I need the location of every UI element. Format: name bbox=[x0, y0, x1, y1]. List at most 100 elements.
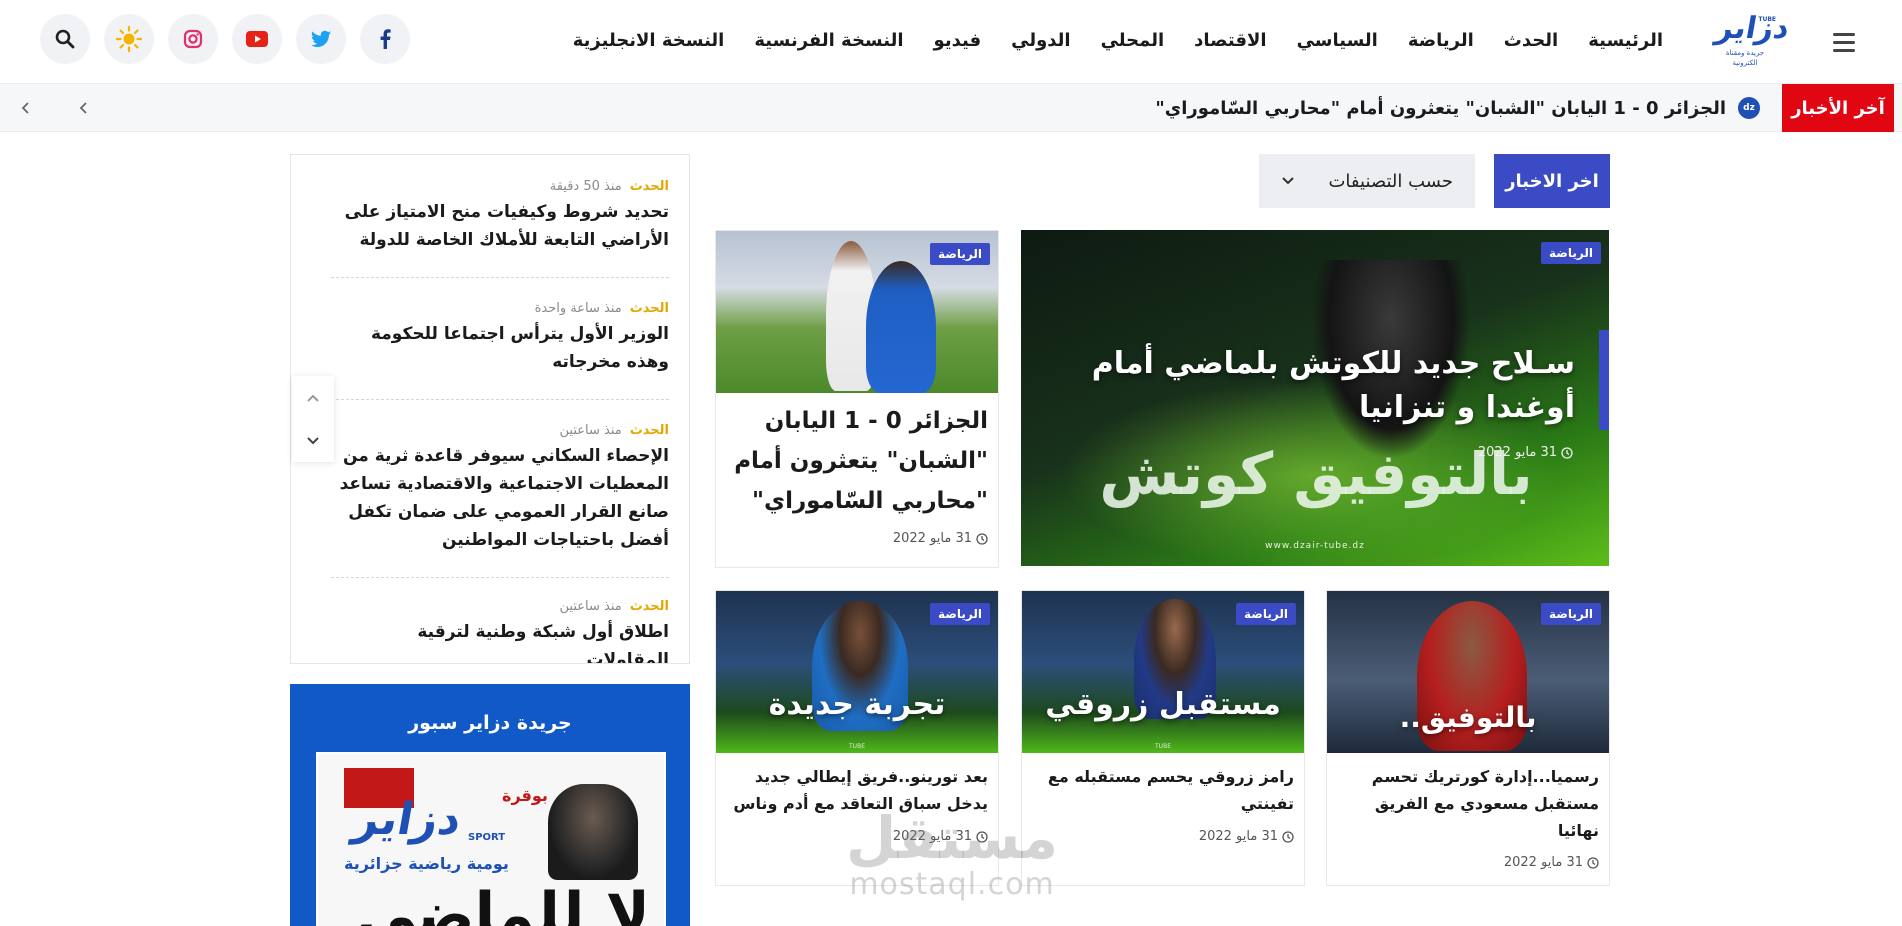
divider bbox=[331, 277, 669, 278]
newspaper-cover[interactable]: بوقرة دزاير SPORT يومية رياضية جزائرية ل… bbox=[316, 752, 666, 926]
watermark-arabic: مستقل bbox=[845, 804, 1059, 872]
news-category[interactable]: الحدث bbox=[630, 179, 669, 194]
article-image-credits: TUBE bbox=[1155, 743, 1171, 750]
facebook-button[interactable] bbox=[360, 14, 410, 64]
sidebar-news-list: الحدث منذ 50 دقيقة تحديد شروط وكيفيات من… bbox=[290, 154, 690, 664]
category-tag[interactable]: الرياضة bbox=[930, 603, 990, 625]
article-title: رسميا...إدارة كورتريك تحسم مستقبل مسعودي… bbox=[1371, 767, 1599, 840]
article-date: 31 مايو 2022 bbox=[1199, 829, 1294, 844]
nav-item-international[interactable]: الدولي bbox=[996, 30, 1085, 51]
scroll-down-button[interactable] bbox=[298, 426, 328, 456]
clock-icon bbox=[1561, 446, 1573, 459]
newspaper-widget-title: جريدة دزاير سبور bbox=[408, 712, 572, 734]
article-card[interactable]: الرياضة الجزائر 0 - 1 اليابان "الشبان" ي… bbox=[715, 230, 999, 568]
news-time: منذ ساعتين bbox=[559, 423, 622, 438]
nav-item-politics[interactable]: السياسي bbox=[1282, 30, 1393, 51]
sidebar-news-item[interactable]: الحدث منذ 50 دقيقة تحديد شروط وكيفيات من… bbox=[331, 179, 669, 254]
news-title: تحديد شروط وكيفيات منح الامتياز على الأر… bbox=[344, 202, 669, 250]
news-category[interactable]: الحدث bbox=[630, 301, 669, 316]
categories-dropdown[interactable]: حسب التصنيفات bbox=[1259, 154, 1475, 208]
nav-item-video[interactable]: فيديو bbox=[919, 30, 997, 51]
nav-item-sports[interactable]: الرياضة bbox=[1393, 30, 1489, 51]
news-meta: الحدث منذ ساعتين bbox=[331, 423, 669, 438]
header-icon-group bbox=[40, 14, 410, 64]
article-image-caption: تجربة جديدة bbox=[768, 687, 946, 722]
news-meta: الحدث منذ ساعة واحدة bbox=[331, 301, 669, 316]
site-logo[interactable]: TUBE دزاير جريدة ومقناة الكترونية bbox=[1713, 10, 1792, 70]
divider bbox=[331, 399, 669, 400]
newspaper-widget: جريدة دزاير سبور بوقرة دزاير SPORT يومية… bbox=[290, 684, 690, 926]
breaking-news-ticker: آخر الأخبار dz الجزائر 0 - 1 اليابان "ال… bbox=[0, 84, 1902, 132]
hamburger-menu-icon[interactable] bbox=[1826, 24, 1862, 60]
logo-subtitle: جريدة ومقناة الكترونية bbox=[1725, 49, 1765, 67]
clock-icon bbox=[1282, 830, 1294, 843]
category-tag[interactable]: الرياضة bbox=[1236, 603, 1296, 625]
youtube-icon bbox=[246, 31, 268, 47]
latest-news-button[interactable]: اخر الاخبار bbox=[1494, 154, 1610, 208]
search-button[interactable] bbox=[40, 14, 90, 64]
nav-item-french-edition[interactable]: النسخة الفرنسية bbox=[739, 30, 918, 51]
ticker-logo-icon: dz bbox=[1738, 97, 1760, 119]
chevron-left-icon bbox=[21, 102, 29, 114]
featured-date: 31 مايو 2022 bbox=[1478, 445, 1573, 460]
chevron-down-icon bbox=[1282, 177, 1294, 185]
site-header: TUBE دزاير جريدة ومقناة الكترونية الرئيس… bbox=[0, 0, 1902, 84]
nav-item-economy[interactable]: الاقتصاد bbox=[1179, 30, 1281, 51]
search-icon bbox=[55, 29, 75, 49]
news-meta: الحدث منذ 50 دقيقة bbox=[331, 179, 669, 194]
cover-highlight: بوقرة bbox=[502, 786, 548, 805]
article-card[interactable]: بالتوفيق.. الرياضة رسميا...إدارة كورتريك… bbox=[1326, 590, 1610, 886]
watermark-latin: mostaql.com bbox=[849, 867, 1055, 902]
sidebar-news-item[interactable]: الحدث منذ ساعتين اطلاق أول شبكة وطنية لت… bbox=[331, 599, 669, 664]
chevron-up-icon bbox=[307, 394, 319, 402]
ticker-next-button[interactable] bbox=[14, 96, 38, 120]
twitter-button[interactable] bbox=[296, 14, 346, 64]
article-title: الجزائر 0 - 1 اليابان "الشبان" يتعثرون أ… bbox=[734, 408, 988, 514]
cover-sport-label: SPORT bbox=[468, 832, 506, 843]
news-category[interactable]: الحدث bbox=[630, 599, 669, 614]
logo-text: دزاير bbox=[1713, 11, 1793, 46]
nav-item-events[interactable]: الحدث bbox=[1489, 30, 1573, 51]
sun-icon bbox=[115, 25, 143, 53]
cover-headline: لا للماضي bbox=[355, 880, 650, 926]
sidebar-news-item[interactable]: الحدث منذ ساعتين الإحصاء السكاني سيوفر ق… bbox=[331, 423, 669, 554]
instagram-button[interactable] bbox=[168, 14, 218, 64]
clock-icon bbox=[1587, 856, 1599, 869]
date-text: 31 مايو 2022 bbox=[892, 531, 972, 546]
news-title: اطلاق أول شبكة وطنية لترقية المقاولات bbox=[417, 622, 669, 664]
featured-accent-bar bbox=[1599, 330, 1609, 430]
chevron-left-icon bbox=[79, 102, 87, 114]
featured-title: سـلاح جديد للكوتش بلماضي أمام أوغندا و ت… bbox=[1091, 346, 1575, 425]
nav-item-local[interactable]: المحلي bbox=[1086, 30, 1180, 51]
news-category[interactable]: الحدث bbox=[630, 423, 669, 438]
instagram-icon bbox=[183, 29, 203, 49]
article-date: 31 مايو 2022 bbox=[893, 531, 988, 546]
nav-item-home[interactable]: الرئيسية bbox=[1573, 30, 1678, 51]
news-meta: الحدث منذ ساعتين bbox=[331, 599, 669, 614]
ticker-headline-link[interactable]: الجزائر 0 - 1 اليابان "الشبان" يتعثرون أ… bbox=[1155, 84, 1726, 132]
ticker-prev-button[interactable] bbox=[72, 96, 96, 120]
watermark: مستقل mostaql.com bbox=[832, 808, 1072, 902]
clock-icon bbox=[976, 532, 988, 545]
article-date: 31 مايو 2022 bbox=[1504, 855, 1599, 870]
chevron-down-icon bbox=[307, 436, 319, 444]
sidebar-news-item[interactable]: الحدث منذ ساعة واحدة الوزير الأول يترأس … bbox=[331, 301, 669, 376]
article-title: رامز زروقي يحسم مستقبله مع تفينتي bbox=[1047, 767, 1294, 813]
main-nav: الرئيسية الحدث الرياضة السياسي الاقتصاد … bbox=[558, 0, 1678, 80]
article-image-caption: مستقبل زروقي bbox=[1045, 687, 1281, 722]
cover-logo: دزاير bbox=[349, 794, 466, 845]
nav-item-english-edition[interactable]: النسخة الانجليزية bbox=[558, 30, 740, 51]
category-tag[interactable]: الرياضة bbox=[1541, 603, 1601, 625]
featured-article[interactable]: بالتوفيق كوتش www.dzair-tube.dz الرياضة … bbox=[1021, 230, 1609, 566]
scroll-up-button[interactable] bbox=[298, 383, 328, 413]
facebook-icon bbox=[380, 29, 391, 49]
category-tag[interactable]: الرياضة bbox=[930, 243, 990, 265]
date-text: 31 مايو 2022 bbox=[1503, 855, 1583, 870]
date-text: 31 مايو 2022 bbox=[1198, 829, 1278, 844]
news-time: منذ ساعتين bbox=[559, 599, 622, 614]
categories-dropdown-label: حسب التصنيفات bbox=[1328, 170, 1453, 192]
theme-toggle-button[interactable] bbox=[104, 14, 154, 64]
category-tag[interactable]: الرياضة bbox=[1541, 242, 1601, 264]
youtube-button[interactable] bbox=[232, 14, 282, 64]
featured-image-footer: www.dzair-tube.dz bbox=[1021, 526, 1609, 566]
